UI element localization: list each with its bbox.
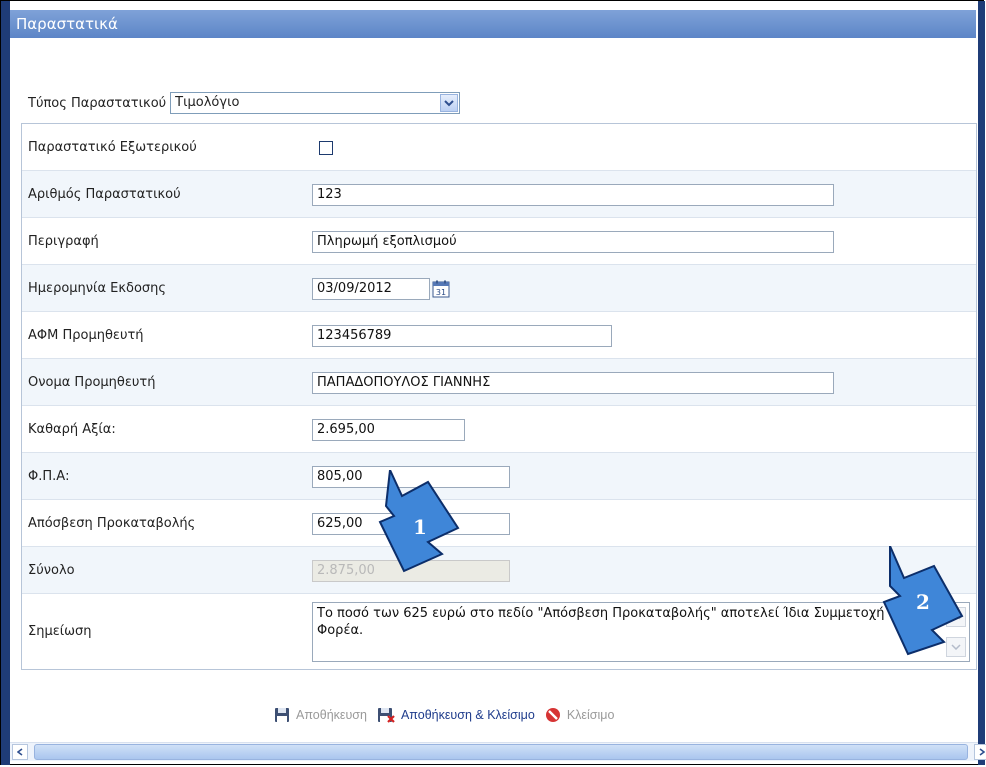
svg-text:31: 31 [436, 288, 446, 297]
row-description: Περιγραφή Πληρωμή εξοπλισμού [22, 218, 976, 265]
doc-type-select[interactable]: Τιμολόγιο [170, 92, 461, 114]
callout-number-1: 1 [413, 515, 427, 539]
scroll-right-icon[interactable] [974, 744, 986, 760]
close-button[interactable]: Κλείσιμο [545, 707, 615, 723]
vat-id-label: ΑΦΜ Προμηθευτή [28, 327, 144, 343]
external-label: Παραστατικό Εξωτερικού [28, 139, 197, 155]
window-right-edge [978, 1, 985, 765]
save-close-button[interactable]: Αποθήκευση & Κλείσιμο [377, 707, 535, 723]
save-label: Αποθήκευση [296, 708, 367, 722]
vat-id-field[interactable]: 123456789 [312, 325, 612, 347]
callout-number-2: 2 [916, 590, 930, 614]
scroll-left-icon[interactable] [12, 744, 28, 760]
note-label: Σημείωση [28, 624, 92, 639]
note-text: Το ποσό των 625 ευρώ στο πεδίο "Απόσβεση… [317, 606, 912, 638]
row-number: Αριθμός Παραστατικού 123 [22, 171, 976, 218]
action-bar: Αποθήκευση Αποθήκευση & Κλείσιμο Κλείσιμ… [274, 705, 624, 725]
doc-type-label: Τύπος Παραστατικού [28, 95, 167, 111]
row-issue-date: Ημερομηνία Εκδοσης 03/09/2012 31 [22, 265, 976, 312]
row-total: Σύνολο 2.875,00 [22, 547, 976, 594]
document-form: Παραστατικό Εξωτερικού Αριθμός Παραστατι… [21, 123, 977, 670]
window-title: Παραστατικά [10, 10, 976, 38]
row-net-value: Καθαρή Αξία: 2.695,00 [22, 406, 976, 453]
floppy-close-icon [377, 708, 395, 723]
description-label: Περιγραφή [28, 233, 99, 249]
row-advance: Απόσβεση Προκαταβολής 625,00 [22, 500, 976, 547]
row-supplier-name: Ονομα Προμηθευτή ΠΑΠΑΔΟΠΟΥΛΟΣ ΓΙΑΝΝΗΣ [22, 359, 976, 406]
scroll-thumb[interactable] [34, 744, 968, 760]
description-field[interactable]: Πληρωμή εξοπλισμού [312, 231, 834, 253]
number-field[interactable]: 123 [312, 184, 834, 206]
no-entry-icon [545, 708, 560, 722]
doc-type-selected-value: Τιμολόγιο [175, 95, 240, 110]
net-value-field[interactable]: 2.695,00 [312, 419, 465, 441]
window-left-edge [1, 1, 10, 765]
advance-label: Απόσβεση Προκαταβολής [28, 515, 196, 531]
horizontal-scrollbar[interactable] [10, 742, 986, 761]
issue-date-label: Ημερομηνία Εκδοσης [28, 280, 167, 296]
net-value-label: Καθαρή Αξία: [28, 421, 116, 437]
external-checkbox[interactable] [319, 141, 333, 155]
row-vat: Φ.Π.Α: 805,00 [22, 453, 976, 500]
row-vat-id: ΑΦΜ Προμηθευτή 123456789 [22, 312, 976, 359]
doc-type-row: Τύπος Παραστατικού Τιμολόγιο [28, 92, 461, 114]
close-label: Κλείσιμο [566, 708, 615, 722]
floppy-disk-icon [275, 708, 289, 722]
chevron-down-icon[interactable] [440, 94, 459, 112]
issue-date-field[interactable]: 03/09/2012 [312, 278, 430, 300]
supplier-name-field[interactable]: ΠΑΠΑΔΟΠΟΥΛΟΣ ΓΙΑΝΝΗΣ [312, 372, 834, 394]
save-close-label: Αποθήκευση & Κλείσιμο [400, 708, 535, 722]
vat-label: Φ.Π.Α: [28, 468, 70, 484]
note-textarea[interactable]: Το ποσό των 625 ευρώ στο πεδίο "Απόσβεση… [312, 602, 970, 662]
number-label: Αριθμός Παραστατικού [28, 186, 181, 202]
supplier-name-label: Ονομα Προμηθευτή [28, 374, 156, 390]
save-button[interactable]: Αποθήκευση [274, 707, 367, 723]
total-label: Σύνολο [28, 562, 75, 578]
row-note: Σημείωση Το ποσό των 625 ευρώ στο πεδίο … [22, 594, 976, 669]
row-external: Παραστατικό Εξωτερικού [22, 124, 976, 171]
calendar-icon[interactable]: 31 [432, 280, 450, 298]
document-window: Παραστατικά Τύπος Παραστατικού Τιμολόγιο… [0, 0, 986, 767]
